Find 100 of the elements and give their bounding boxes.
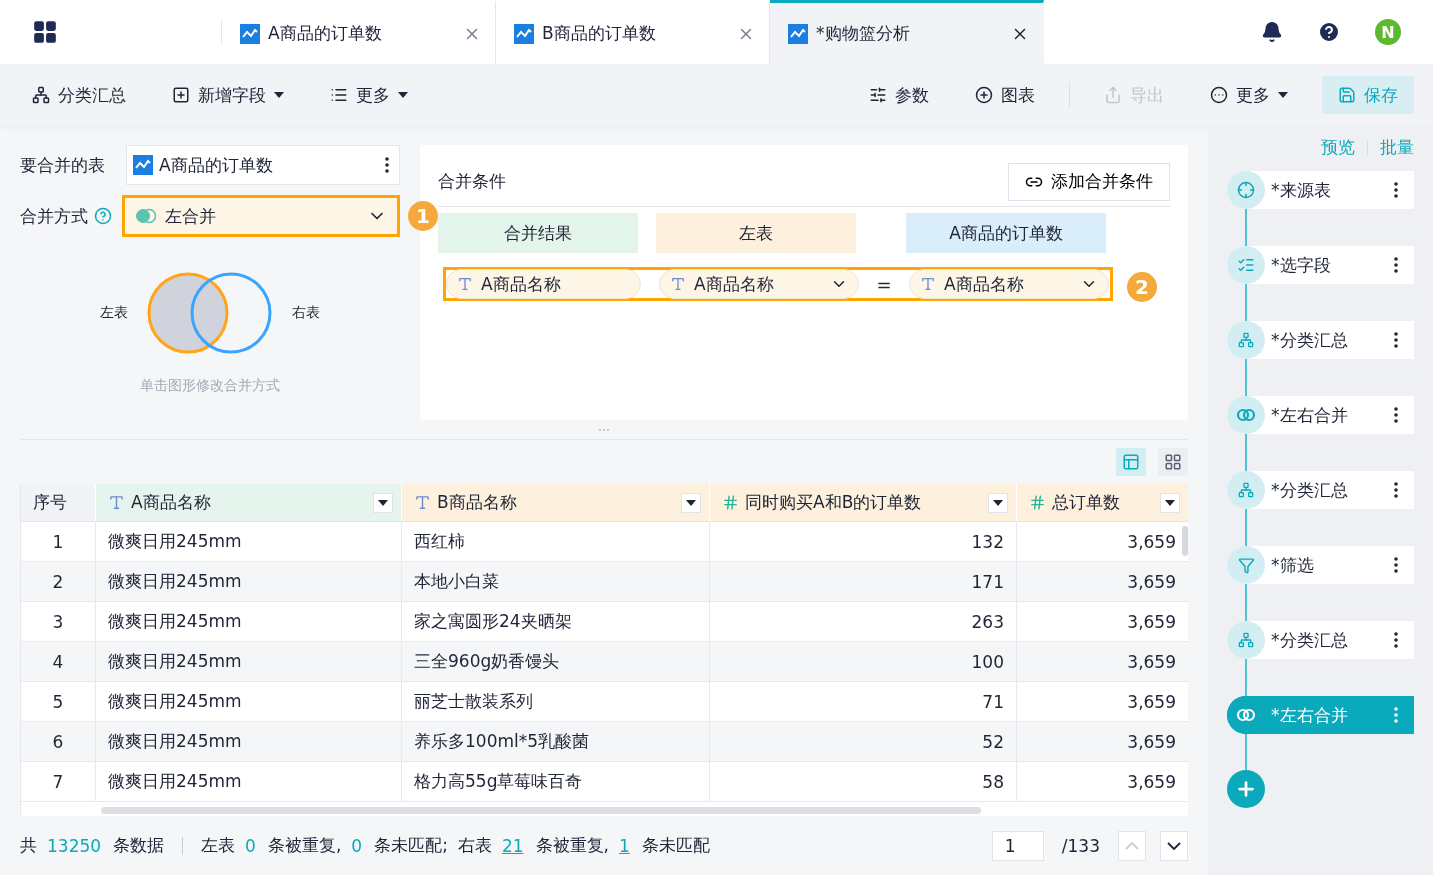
scrollbar[interactable] — [101, 807, 981, 814]
text-type-icon — [414, 494, 431, 511]
toolbar-button[interactable]: 新增字段 — [160, 77, 296, 113]
page-total: /133 — [1061, 835, 1100, 856]
summary-text: 条被重复, — [535, 834, 609, 857]
step-card[interactable]: *来源表 — [1227, 171, 1414, 209]
table-cell: 52 — [710, 722, 1017, 762]
summary-text: 0 — [351, 835, 363, 856]
more-icon[interactable] — [1394, 557, 1398, 573]
caret-icon — [686, 499, 696, 506]
toolbar-button[interactable]: 参数 — [857, 77, 941, 113]
toolbar-button[interactable]: 分类汇总 — [20, 77, 138, 113]
column-menu-button[interactable] — [681, 492, 701, 513]
chart-icon — [514, 23, 534, 44]
table-select[interactable]: A商品的订单数 — [126, 145, 400, 185]
more-icon[interactable] — [1394, 407, 1398, 423]
right-field-select[interactable]: A商品名称 — [909, 269, 1109, 299]
resize-handle[interactable] — [598, 427, 610, 432]
more-icon[interactable] — [1394, 257, 1398, 273]
toolbar-button[interactable]: 更多 — [1198, 77, 1300, 113]
step-badge: 1 — [408, 201, 438, 231]
text-type-icon — [920, 276, 936, 292]
table-cell: 微爽日用245mm — [96, 602, 402, 642]
summary-text: 0 — [245, 835, 256, 856]
grid-view-button[interactable] — [1158, 448, 1188, 476]
chart-icon — [240, 23, 260, 44]
table-view-icon — [1122, 453, 1140, 471]
plus-circle-icon — [975, 86, 993, 104]
add-step-button[interactable] — [1227, 770, 1265, 808]
scrollbar[interactable] — [1182, 526, 1188, 556]
table-cell: 3,659 — [1017, 562, 1188, 602]
export-icon — [1104, 86, 1122, 104]
add-column-icon — [172, 86, 190, 104]
toolbar-button[interactable]: 图表 — [963, 77, 1047, 113]
apps-icon[interactable] — [32, 19, 58, 45]
left-field-select[interactable]: A商品名称 — [659, 269, 859, 299]
list-check-icon — [1237, 256, 1255, 274]
summary-text: 13250 — [47, 835, 102, 856]
text-type-icon — [108, 494, 125, 511]
column-header[interactable]: 同时购买A和B的订单数 — [710, 484, 1017, 522]
table-cell: 58 — [710, 762, 1017, 802]
more-icon[interactable] — [1394, 182, 1398, 198]
chart-icon — [133, 155, 153, 175]
table-cell: 微爽日用245mm — [96, 642, 402, 682]
column-title: 总订单数 — [1052, 491, 1120, 514]
add-condition-button[interactable]: 添加合并条件 — [1008, 162, 1170, 201]
table-cell: 家之寓圆形24夹晒架 — [402, 602, 710, 642]
column-header: 序号 — [21, 484, 96, 522]
venn-label: 左表 — [100, 304, 128, 322]
more-icon[interactable] — [1394, 482, 1398, 498]
chevron-up-icon — [1125, 841, 1139, 850]
row-number: 3 — [21, 602, 96, 642]
toolbar-button[interactable]: 更多 — [318, 77, 420, 113]
table-cell: 3,659 — [1017, 642, 1188, 682]
column-header: A商品的订单数 — [906, 213, 1106, 253]
hierarchy-icon — [1238, 632, 1254, 648]
caret-icon — [378, 499, 388, 506]
table-cell: 三全960g奶香馒头 — [402, 642, 710, 682]
hierarchy-icon — [32, 86, 50, 104]
table-cell: 西红柿 — [402, 522, 710, 562]
row-number: 1 — [21, 522, 96, 562]
bell-icon[interactable] — [1261, 21, 1283, 43]
column-menu-button[interactable] — [1160, 492, 1180, 513]
summary-text: 左表 — [201, 834, 236, 857]
column-header[interactable]: 总订单数 — [1017, 484, 1188, 522]
step-card[interactable]: *分类汇总 — [1227, 621, 1414, 659]
column-menu-button[interactable] — [373, 492, 393, 513]
table-cell: 71 — [710, 682, 1017, 722]
number-type-icon — [1029, 494, 1046, 511]
step-card[interactable]: *筛选 — [1227, 546, 1414, 584]
tab[interactable]: *购物篮分析 — [770, 0, 1044, 64]
summary-text: 条未匹配 — [641, 834, 710, 857]
table-cell: 丽芝士散装系列 — [402, 682, 710, 722]
caret-icon — [993, 499, 1003, 506]
column-title: A商品名称 — [131, 491, 211, 514]
step-card[interactable]: *左右合并 — [1227, 396, 1414, 434]
step-card[interactable]: *分类汇总 — [1227, 471, 1414, 509]
list-icon — [330, 86, 348, 104]
column-header[interactable]: A商品名称 — [96, 484, 402, 522]
column-title: B商品名称 — [437, 491, 517, 514]
more-icon[interactable] — [1394, 632, 1398, 648]
merge-method-select[interactable]: 左合并 — [122, 195, 400, 237]
table-cell: 3,659 — [1017, 722, 1188, 762]
row-number: 5 — [21, 682, 96, 722]
more-icon[interactable] — [1394, 332, 1398, 348]
tab-label: B商品的订单数 — [542, 22, 657, 45]
row-number: 2 — [21, 562, 96, 602]
summary-text: 共 — [20, 834, 37, 857]
hierarchy-icon — [1238, 332, 1254, 348]
chevron-down-icon — [1167, 841, 1181, 850]
more-icon[interactable] — [385, 157, 389, 173]
next-page-button[interactable] — [1160, 830, 1188, 861]
column-menu-button[interactable] — [988, 492, 1008, 513]
page-input[interactable]: 1 — [991, 830, 1044, 861]
grid-view-icon — [1164, 453, 1182, 471]
column-header[interactable]: B商品名称 — [402, 484, 710, 522]
step-card[interactable]: *分类汇总 — [1227, 321, 1414, 359]
number-type-icon — [722, 494, 739, 511]
step-card[interactable]: *选字段 — [1227, 246, 1414, 284]
filter-icon — [1237, 556, 1255, 574]
